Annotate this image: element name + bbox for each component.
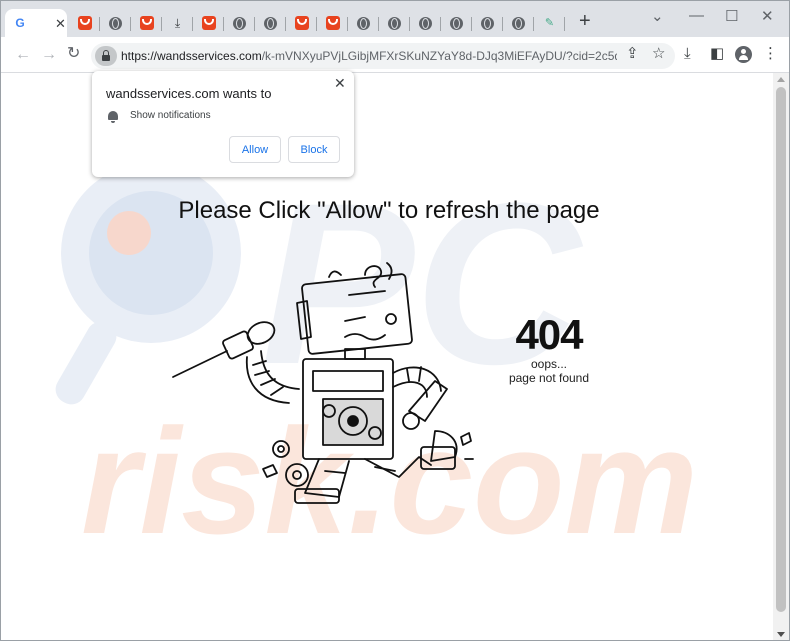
globe-favicon [419, 16, 432, 30]
red-bag-favicon [77, 16, 92, 30]
scroll-down-arrow-icon[interactable] [777, 632, 785, 637]
close-window-icon[interactable]: ✕ [761, 7, 774, 25]
tab-search-chevron-icon[interactable]: ⌄ [651, 7, 664, 25]
tab[interactable]: ✎ [534, 9, 565, 37]
tab[interactable] [348, 9, 379, 37]
red-bag-favicon [325, 16, 340, 30]
error-code: 404 [515, 311, 583, 358]
site-info-lock-icon[interactable] [95, 46, 117, 66]
back-icon[interactable]: ← [15, 47, 31, 63]
tab[interactable] [69, 9, 100, 37]
globe-favicon [233, 16, 246, 30]
tab[interactable] [255, 9, 286, 37]
bell-icon [108, 111, 118, 123]
new-tab-icon[interactable]: + [579, 11, 591, 31]
red-bag-favicon [294, 16, 309, 30]
side-panel-icon[interactable]: ◧ [710, 46, 724, 61]
forward-icon[interactable]: → [41, 47, 57, 63]
tab[interactable] [379, 9, 410, 37]
red-bag-favicon [139, 16, 154, 30]
globe-favicon [512, 16, 525, 30]
globe-favicon [450, 16, 463, 30]
tab[interactable] [193, 9, 224, 37]
allow-button[interactable]: Allow [229, 136, 281, 163]
generic-favicon: ✎ [544, 16, 555, 29]
download-favicon: ⤓ [174, 16, 181, 30]
tab[interactable] [224, 9, 255, 37]
popup-close-icon[interactable]: ✕ [334, 75, 346, 92]
tab[interactable] [410, 9, 441, 37]
google-favicon: G [15, 16, 25, 30]
downloads-icon[interactable]: ⤓ [684, 46, 691, 61]
globe-favicon [357, 16, 370, 30]
popup-title: wandsservices.com wants to [106, 86, 272, 101]
globe-favicon [481, 16, 494, 30]
notification-permission-popup: wandsservices.com wants to ✕ Show notifi… [92, 71, 354, 177]
vertical-scrollbar[interactable] [773, 73, 789, 640]
oops-text: oops... [530, 357, 568, 371]
not-found-text: page not found [508, 371, 590, 385]
tab[interactable] [441, 9, 472, 37]
red-bag-favicon [201, 16, 216, 30]
url-text[interactable]: https://wandsservices.com/k-mVNXyuPVjLGi… [121, 49, 617, 63]
tab[interactable]: ⤓ [162, 9, 193, 37]
block-button[interactable]: Block [288, 136, 340, 163]
globe-favicon [109, 16, 122, 30]
scroll-thumb[interactable] [776, 87, 786, 612]
tab[interactable] [317, 9, 348, 37]
maximize-icon[interactable]: ☐ [725, 7, 738, 25]
profile-avatar-icon[interactable] [735, 46, 752, 63]
tab-strip: G ✕ ⤓ ✎ + ⌄ — ☐ ✕ [1, 1, 789, 37]
menu-kebab-icon[interactable]: ⋮ [763, 46, 778, 61]
permission-text: Show notifications [130, 110, 211, 121]
scroll-up-arrow-icon[interactable] [777, 77, 785, 82]
globe-favicon [264, 16, 277, 30]
broken-robot-illustration [172, 262, 474, 504]
tab[interactable] [131, 9, 162, 37]
minimize-icon[interactable]: — [689, 7, 704, 24]
tab[interactable] [472, 9, 503, 37]
tab[interactable] [286, 9, 317, 37]
tab-close-icon[interactable]: ✕ [55, 16, 66, 32]
tab[interactable] [100, 9, 131, 37]
globe-favicon [388, 16, 401, 30]
page-headline: Please Click "Allow" to refresh the page [178, 197, 600, 224]
browser-window: G ✕ ⤓ ✎ + ⌄ — ☐ ✕ ← → ↻ https://wandsser… [0, 0, 790, 641]
reload-icon[interactable]: ↻ [67, 46, 80, 62]
share-icon[interactable]: ⇪ [626, 46, 639, 61]
bookmark-star-icon[interactable]: ☆ [652, 46, 665, 61]
tab-active[interactable]: G ✕ [5, 9, 67, 37]
tab[interactable] [503, 9, 534, 37]
